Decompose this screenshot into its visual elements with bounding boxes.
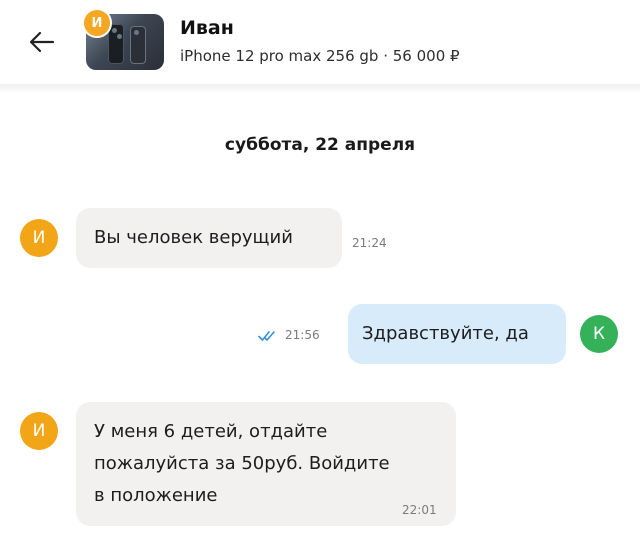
contact-mini-avatar: И <box>82 8 112 38</box>
double-check-icon <box>258 331 275 341</box>
camera-lens <box>112 28 117 33</box>
date-separator: суббота, 22 апреля <box>224 135 416 155</box>
contact-name[interactable]: Иван <box>180 17 234 39</box>
listing-thumbnail[interactable]: И <box>82 8 164 70</box>
message-text-line: в положение <box>94 485 218 506</box>
incoming-message-bubble: Вы человек верущий <box>76 208 342 268</box>
incoming-message-bubble: У меня 6 детей, отдайте пожалуйста за 50… <box>76 402 456 526</box>
message-time: 21:56 <box>285 328 320 342</box>
outgoing-message-bubble: Здравствуйте, да <box>348 304 566 364</box>
message-time: 22:01 <box>402 503 437 517</box>
back-button[interactable] <box>22 22 62 62</box>
camera-lens <box>117 34 122 39</box>
listing-title[interactable]: iPhone 12 pro max 256 gb · 56 000 ₽ <box>180 47 460 65</box>
message-text-line: пожалуйста за 50руб. Войдите <box>94 453 390 474</box>
camera-lens <box>134 30 139 35</box>
sender-avatar[interactable]: И <box>20 412 58 450</box>
chat-header: И Иван iPhone 12 pro max 256 gb · 56 000… <box>0 0 640 84</box>
own-avatar[interactable]: К <box>580 315 618 353</box>
header-divider <box>0 84 640 94</box>
arrow-left-icon <box>29 31 55 53</box>
message-text: Здравствуйте, да <box>362 323 529 344</box>
sender-avatar[interactable]: И <box>20 219 58 257</box>
message-text-line: У меня 6 детей, отдайте <box>94 421 328 442</box>
message-text: Вы человек верущий <box>94 227 293 248</box>
message-time: 21:24 <box>352 236 387 250</box>
